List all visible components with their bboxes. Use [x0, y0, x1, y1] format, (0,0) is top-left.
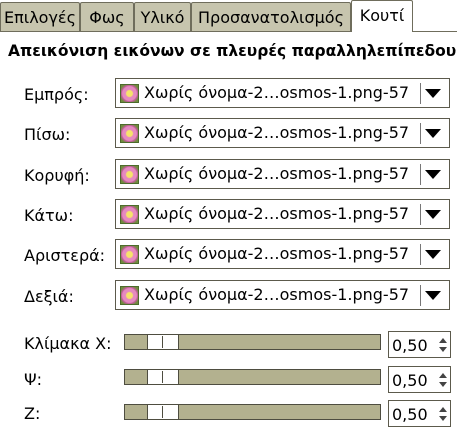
tab-light[interactable]: Φως: [80, 2, 134, 32]
scale-z-spinbutton[interactable]: 0,50: [388, 400, 451, 427]
scale-y-slider[interactable]: [124, 369, 381, 385]
flower-thumbnail-icon: [119, 204, 140, 225]
label-scale-z: Z:: [24, 404, 41, 423]
top-image-combo[interactable]: Χωρίς όνομα-2…osmos-1.png-57: [115, 159, 450, 189]
label-front: Εμπρός:: [24, 85, 89, 104]
combo-value: Χωρίς όνομα-2…osmos-1.png-57: [144, 244, 410, 263]
tab-bar: Επιλογές Φως Υλικό Προσανατολισμός Κουτί: [0, 0, 457, 32]
triangle-down-icon[interactable]: [425, 291, 441, 300]
slider-handle[interactable]: [147, 405, 179, 419]
slider-handle[interactable]: [147, 335, 179, 349]
right-image-combo[interactable]: Χωρίς όνομα-2…osmos-1.png-57: [115, 280, 450, 310]
scale-x-slider[interactable]: [124, 334, 381, 350]
triangle-down-icon[interactable]: [425, 250, 441, 259]
triangle-down-icon[interactable]: [425, 89, 441, 98]
triangle-down-icon[interactable]: [425, 170, 441, 179]
flower-thumbnail-icon: [119, 83, 140, 104]
label-scale-y: Ψ:: [24, 370, 42, 389]
spin-down-icon[interactable]: [439, 416, 447, 421]
combo-value: Χωρίς όνομα-2…osmos-1.png-57: [144, 285, 410, 304]
label-left: Αριστερά:: [24, 246, 106, 265]
tab-options[interactable]: Επιλογές: [0, 2, 80, 32]
flower-thumbnail-icon: [119, 244, 140, 265]
label-back: Πίσω:: [24, 125, 71, 144]
section-title: Απεικόνιση εικόνων σε πλευρές παραλληλεπ…: [8, 42, 457, 60]
front-image-combo[interactable]: Χωρίς όνομα-2…osmos-1.png-57: [115, 78, 450, 108]
scale-y-spinbutton[interactable]: 0,50: [388, 366, 451, 393]
spin-down-icon[interactable]: [439, 382, 447, 387]
spin-value[interactable]: 0,50: [392, 371, 428, 390]
combo-value: Χωρίς όνομα-2…osmos-1.png-57: [144, 123, 410, 142]
combo-value: Χωρίς όνομα-2…osmos-1.png-57: [144, 204, 410, 223]
flower-thumbnail-icon: [119, 164, 140, 185]
left-image-combo[interactable]: Χωρίς όνομα-2…osmos-1.png-57: [115, 239, 450, 269]
scale-x-spinbutton[interactable]: 0,50: [388, 331, 451, 358]
label-scale-x: Κλίμακα X:: [24, 334, 112, 353]
label-right: Δεξιά:: [24, 287, 74, 306]
flower-thumbnail-icon: [119, 285, 140, 306]
tab-orientation[interactable]: Προσανατολισμός: [191, 2, 351, 32]
combo-separator: [420, 164, 421, 185]
bottom-image-combo[interactable]: Χωρίς όνομα-2…osmos-1.png-57: [115, 199, 450, 229]
scale-z-slider[interactable]: [124, 404, 381, 420]
spin-up-icon[interactable]: [439, 407, 447, 412]
triangle-down-icon[interactable]: [425, 210, 441, 219]
combo-separator: [420, 123, 421, 144]
tab-material[interactable]: Υλικό: [134, 2, 191, 32]
combo-separator: [420, 285, 421, 306]
label-bottom: Κάτω:: [24, 206, 74, 225]
flower-thumbnail-icon: [119, 123, 140, 144]
spin-up-icon[interactable]: [439, 373, 447, 378]
triangle-down-icon[interactable]: [425, 129, 441, 138]
spin-value[interactable]: 0,50: [392, 405, 428, 424]
slider-handle[interactable]: [147, 370, 179, 384]
tab-box[interactable]: Κουτί: [351, 0, 413, 32]
combo-separator: [420, 244, 421, 265]
spin-value[interactable]: 0,50: [392, 336, 428, 355]
combo-value: Χωρίς όνομα-2…osmos-1.png-57: [144, 164, 410, 183]
spin-down-icon[interactable]: [439, 347, 447, 352]
spin-up-icon[interactable]: [439, 338, 447, 343]
combo-separator: [420, 204, 421, 225]
combo-separator: [420, 83, 421, 104]
combo-value: Χωρίς όνομα-2…osmos-1.png-57: [144, 83, 410, 102]
back-image-combo[interactable]: Χωρίς όνομα-2…osmos-1.png-57: [115, 118, 450, 148]
label-top: Κορυφή:: [24, 166, 90, 185]
